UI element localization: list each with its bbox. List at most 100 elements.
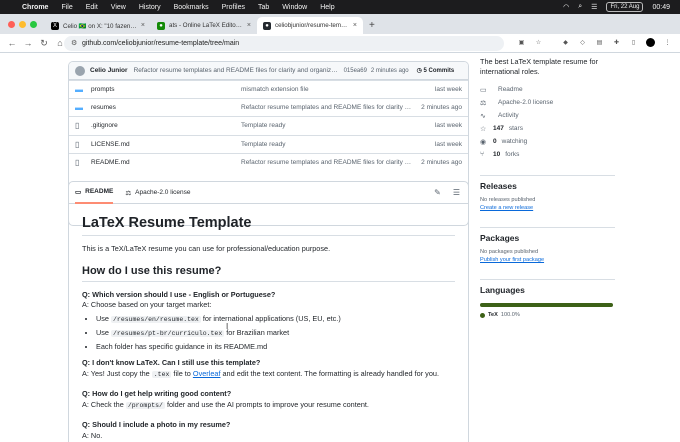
- file-name[interactable]: resumes: [91, 104, 241, 111]
- outline-list-icon[interactable]: ☰: [453, 188, 460, 197]
- overleaf-link[interactable]: Overleaf: [193, 369, 221, 378]
- sidebar-item-stars[interactable]: ☆ 147 stars: [480, 124, 680, 133]
- menu-file[interactable]: File: [61, 4, 72, 11]
- more-menu-icon[interactable]: ⋮: [663, 38, 672, 47]
- packages-heading[interactable]: Packages: [480, 227, 615, 243]
- profile-avatar[interactable]: [646, 38, 655, 47]
- tab-title: Celio 🇧🇷 on X: "10 fazendo o t...: [63, 22, 137, 30]
- menu-tab[interactable]: Tab: [258, 4, 269, 11]
- file-name[interactable]: .gitignore: [91, 122, 241, 129]
- date-display[interactable]: Fri, 22 Aug: [606, 2, 644, 12]
- extension-icon[interactable]: ▤: [595, 38, 604, 47]
- commit-hash[interactable]: 015ea69: [344, 68, 367, 74]
- commit-author[interactable]: Celio Junior: [90, 67, 128, 74]
- sidebar-item-forks[interactable]: ⑂ 10 forks: [480, 150, 680, 159]
- sidebar-item-activity[interactable]: ∿ Activity: [480, 111, 680, 120]
- sidebar-item-readme[interactable]: ▭ Readme: [480, 85, 680, 94]
- stat-label: watching: [501, 138, 528, 145]
- zoom-window-button[interactable]: [30, 21, 37, 28]
- faq-answer: A: Check the /prompts/ folder and use th…: [82, 400, 455, 412]
- create-release-link[interactable]: Create a new release: [480, 205, 680, 211]
- tab-license[interactable]: ⚖ Apache-2.0 license: [125, 182, 190, 204]
- file-name[interactable]: LICENSE.md: [91, 141, 241, 148]
- folder-icon: ▬: [75, 85, 83, 95]
- file-name[interactable]: prompts: [91, 86, 241, 93]
- url-bar[interactable]: ⚙ github.com/celiobjunior/resume-templat…: [64, 36, 504, 51]
- overleaf-logo-icon: ●: [157, 21, 165, 30]
- language-bar: [480, 303, 613, 307]
- close-window-button[interactable]: [8, 21, 15, 28]
- text: and edit the text content. The formattin…: [220, 368, 439, 378]
- menu-window[interactable]: Window: [282, 4, 307, 11]
- faq-question: Q: Which version should I use - English …: [82, 289, 276, 299]
- url-text[interactable]: github.com/celiobjunior/resume-template/…: [82, 40, 239, 47]
- menu-app-name[interactable]: Chrome: [22, 4, 48, 11]
- menu-bookmarks[interactable]: Bookmarks: [174, 4, 209, 11]
- tab-close-icon[interactable]: ×: [353, 22, 357, 29]
- menu-history[interactable]: History: [139, 4, 161, 11]
- sidebar-item-license[interactable]: ⚖ Apache-2.0 license: [480, 98, 680, 107]
- back-arrow-icon[interactable]: ←: [4, 38, 20, 48]
- latest-commit-bar: Celio Junior Refactor resume templates a…: [69, 62, 468, 80]
- tab-readme[interactable]: ▭ README: [75, 182, 114, 204]
- extension-puzzle-icon[interactable]: ◆: [561, 38, 570, 47]
- commit-message[interactable]: Refactor resume templates and README fil…: [134, 67, 340, 74]
- new-tab-icon[interactable]: +: [363, 20, 381, 34]
- search-icon[interactable]: ⌕: [578, 3, 582, 11]
- releases-heading[interactable]: Releases: [480, 175, 615, 191]
- tab-title: ats - Online LaTeX Editor Over...: [169, 22, 243, 29]
- file-commit-message[interactable]: Template ready: [241, 141, 413, 148]
- cast-icon[interactable]: ▣: [517, 38, 526, 47]
- avatar[interactable]: [75, 65, 85, 76]
- file-icon: ▯: [75, 121, 80, 131]
- tab-github-repo[interactable]: ● celiobjunior/resume-template... ×: [257, 17, 363, 34]
- faq-answer: A: No.: [82, 430, 103, 440]
- file-commit-message[interactable]: mismatch extension file: [241, 86, 413, 93]
- file-time: 2 minutes ago: [421, 158, 462, 166]
- text: A: Check the: [82, 399, 126, 409]
- sidebar-item-watching[interactable]: ◉ 0 watching: [480, 137, 680, 146]
- github-repo-page: Celio Junior Refactor resume templates a…: [0, 53, 680, 442]
- text: for Brazilian market: [224, 327, 290, 337]
- menu-profiles[interactable]: Profiles: [222, 4, 245, 11]
- faq-answer: A: Yes! Just copy the .tex file to Overl…: [82, 369, 455, 381]
- tab-close-icon[interactable]: ×: [247, 22, 251, 29]
- menu-edit[interactable]: Edit: [86, 4, 98, 11]
- tab-x-post[interactable]: X Celio 🇧🇷 on X: "10 fazendo o t... ×: [45, 17, 151, 34]
- tab-title: celiobjunior/resume-template...: [275, 22, 349, 29]
- tab-overleaf[interactable]: ● ats - Online LaTeX Editor Over... ×: [151, 17, 257, 34]
- repo-sidebar: The best LaTeX template resume for inter…: [480, 53, 680, 318]
- commits-link[interactable]: ◷ 5 Commits: [417, 67, 455, 74]
- book-icon: ▭: [480, 86, 487, 94]
- bookmark-star-icon[interactable]: ☆: [534, 38, 543, 47]
- wifi-icon[interactable]: ◠: [563, 3, 569, 11]
- version-list: Use /resumes/en/resume.tex for internati…: [96, 314, 455, 353]
- file-commit-message[interactable]: Template ready: [241, 122, 413, 129]
- publish-package-link[interactable]: Publish your first package: [480, 257, 680, 263]
- file-time: 2 minutes ago: [421, 104, 462, 112]
- readme-intro: This is a TeX/LaTeX resume you can use f…: [82, 243, 331, 253]
- minimize-window-button[interactable]: [19, 21, 26, 28]
- sidebar-icon[interactable]: ▯: [629, 38, 638, 47]
- file-commit-message[interactable]: Refactor resume templates and README fil…: [241, 104, 413, 111]
- readme-section-heading: How do I use this resume?: [82, 266, 455, 282]
- macos-menubar: Chrome File Edit View History Bookmarks …: [0, 0, 680, 14]
- puzzle-icon[interactable]: ✚: [612, 38, 621, 47]
- table-row: ▯ LICENSE.md Template ready last week: [69, 134, 468, 153]
- menu-help[interactable]: Help: [320, 4, 334, 11]
- language-item[interactable]: TeX 100.0%: [480, 312, 680, 318]
- edit-pencil-icon[interactable]: ✎: [434, 188, 441, 197]
- releases-status: No releases published: [480, 197, 536, 203]
- menu-view[interactable]: View: [111, 4, 126, 11]
- file-commit-message[interactable]: Refactor resume templates and README fil…: [241, 159, 413, 166]
- extension-icon[interactable]: ◇: [578, 38, 587, 47]
- control-center-icon[interactable]: ☰: [591, 3, 597, 11]
- file-time: last week: [434, 140, 462, 148]
- tab-close-icon[interactable]: ×: [141, 22, 145, 29]
- reload-icon[interactable]: ↻: [36, 38, 52, 49]
- window-controls: [0, 21, 45, 34]
- file-name[interactable]: README.md: [91, 159, 241, 166]
- forward-arrow-icon[interactable]: →: [20, 38, 36, 48]
- clock[interactable]: 00:49: [652, 4, 670, 11]
- site-info-icon[interactable]: ⚙: [71, 39, 77, 47]
